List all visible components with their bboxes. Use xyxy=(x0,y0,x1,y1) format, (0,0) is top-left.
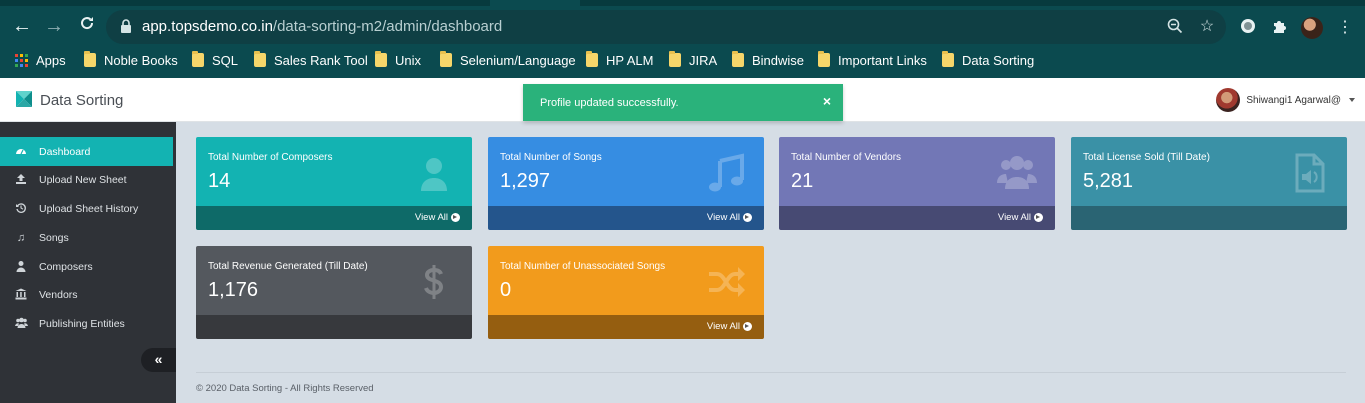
bookmarks-bar: Apps Noble Books SQL Sales Rank Tool Uni… xyxy=(0,48,1365,72)
bookmark-folder[interactable]: Bindwise xyxy=(732,50,804,70)
dashboard-icon xyxy=(14,145,28,159)
arrow-circle-icon xyxy=(451,213,460,222)
avatar[interactable] xyxy=(1216,88,1241,112)
sidebar-item-upload-sheet-history[interactable]: Upload Sheet History xyxy=(0,194,176,223)
navigation-row: ← → app.topsdemo.co.in/data-sorting-m2/a… xyxy=(0,8,1365,46)
card-value: 1,176 xyxy=(208,279,259,301)
tab-strip xyxy=(0,0,1365,6)
card-value: 5,281 xyxy=(1083,170,1134,192)
folder-icon xyxy=(440,51,452,67)
sidebar-collapse-button[interactable]: « xyxy=(141,348,176,372)
card-value: 1,297 xyxy=(500,170,551,192)
sidebar-item-upload-new-sheet[interactable]: Upload New Sheet xyxy=(0,165,176,194)
upload-icon xyxy=(14,173,28,187)
view-all-link[interactable]: View All xyxy=(707,321,752,332)
user-icon xyxy=(14,260,28,274)
bookmark-folder[interactable]: Unix xyxy=(375,50,421,70)
view-all-link[interactable]: View All xyxy=(998,212,1043,223)
bank-icon xyxy=(14,288,28,302)
user-name[interactable]: Shiwangi1 Agarwal@ xyxy=(1246,95,1341,106)
bookmark-folder[interactable]: Sales Rank Tool xyxy=(254,50,368,70)
folder-icon xyxy=(942,51,954,67)
active-tab[interactable] xyxy=(490,0,580,6)
folder-icon xyxy=(818,51,830,67)
caret-down-icon[interactable] xyxy=(1349,98,1355,102)
folder-icon xyxy=(84,51,96,67)
users-icon xyxy=(997,156,1037,189)
logo-icon xyxy=(16,91,32,107)
stat-card-composers: Total Number of Composers 14 View All xyxy=(196,137,472,230)
sidebar-item-composers[interactable]: Composers xyxy=(0,252,176,281)
folder-icon xyxy=(254,51,266,67)
browser-toolbar: ← → app.topsdemo.co.in/data-sorting-m2/a… xyxy=(0,0,1365,78)
reload-icon[interactable] xyxy=(75,14,99,38)
user-menu[interactable]: Shiwangi1 Agarwal@ xyxy=(1216,88,1355,112)
bookmark-folder[interactable]: Important Links xyxy=(818,50,927,70)
stat-card-vendors: Total Number of Vendors 21 View All xyxy=(779,137,1055,230)
card-value: 21 xyxy=(791,170,814,192)
close-icon[interactable]: × xyxy=(823,93,831,109)
users-icon xyxy=(14,317,28,331)
toast-message: Profile updated successfully. xyxy=(540,97,679,109)
stat-card-revenue: Total Revenue Generated (Till Date) 1,17… xyxy=(196,246,472,339)
sidebar-item-songs[interactable]: ♫ Songs xyxy=(0,223,176,252)
bookmark-folder[interactable]: Noble Books xyxy=(84,50,178,70)
shuffle-icon xyxy=(709,267,745,297)
bookmark-apps[interactable]: Apps xyxy=(15,50,66,70)
view-all-link[interactable]: View All xyxy=(707,212,752,223)
card-title: Total Number of Composers xyxy=(208,152,333,163)
brand-name[interactable]: Data Sorting xyxy=(40,92,123,109)
music-icon: ♫ xyxy=(16,231,26,244)
card-value: 0 xyxy=(500,279,512,301)
folder-icon xyxy=(375,51,387,67)
stat-card-songs: Total Number of Songs 1,297 View All xyxy=(488,137,764,230)
card-title: Total License Sold (Till Date) xyxy=(1083,152,1210,163)
arrow-circle-icon xyxy=(743,322,752,331)
forward-icon[interactable]: → xyxy=(42,14,66,38)
card-title: Total Revenue Generated (Till Date) xyxy=(208,261,368,272)
view-all-link[interactable]: View All xyxy=(415,212,460,223)
star-icon[interactable]: ☆ xyxy=(1198,18,1216,36)
apps-grid-icon xyxy=(15,53,28,67)
bookmark-folder[interactable]: SQL xyxy=(192,50,238,70)
sidebar: Dashboard Upload New Sheet Upload Sheet … xyxy=(0,122,176,403)
arrow-circle-icon xyxy=(1034,213,1043,222)
address-bar[interactable]: app.topsdemo.co.in/data-sorting-m2/admin… xyxy=(106,10,1226,44)
arrow-circle-icon xyxy=(743,213,752,222)
music-icon xyxy=(709,153,744,192)
card-title: Total Number of Unassociated Songs xyxy=(500,261,666,272)
history-icon xyxy=(14,202,28,216)
footer-copyright: © 2020 Data Sorting - All Rights Reserve… xyxy=(196,383,374,394)
folder-icon xyxy=(586,51,598,67)
sidebar-item-publishing-entities[interactable]: Publishing Entities xyxy=(0,309,176,338)
user-icon xyxy=(421,158,447,191)
sidebar-item-vendors[interactable]: Vendors xyxy=(0,280,176,309)
url-text[interactable]: app.topsdemo.co.in/data-sorting-m2/admin… xyxy=(142,18,502,35)
kebab-menu-icon[interactable]: ⋮ xyxy=(1335,18,1355,38)
stat-card-unassociated-songs: Total Number of Unassociated Songs 0 Vie… xyxy=(488,246,764,339)
folder-icon xyxy=(192,51,204,67)
extension-circle-icon[interactable] xyxy=(1238,18,1258,38)
card-value: 14 xyxy=(208,170,231,192)
zoom-icon[interactable] xyxy=(1166,18,1184,36)
audio-file-icon xyxy=(1295,153,1325,193)
browser-profile-avatar[interactable] xyxy=(1301,17,1323,39)
dollar-icon xyxy=(424,265,444,299)
success-toast: Profile updated successfully. × xyxy=(523,84,843,121)
card-title: Total Number of Vendors xyxy=(791,152,902,163)
back-icon[interactable]: ← xyxy=(10,14,34,38)
lock-icon xyxy=(121,19,131,33)
bookmark-folder[interactable]: JIRA xyxy=(669,50,717,70)
card-title: Total Number of Songs xyxy=(500,152,602,163)
folder-icon xyxy=(669,51,681,67)
bookmark-folder[interactable]: Selenium/Language xyxy=(440,50,576,70)
puzzle-icon[interactable] xyxy=(1269,18,1289,38)
folder-icon xyxy=(732,51,744,67)
bookmark-folder[interactable]: Data Sorting xyxy=(942,50,1034,70)
sidebar-item-dashboard[interactable]: Dashboard xyxy=(0,137,173,166)
stat-card-license-sold: Total License Sold (Till Date) 5,281 xyxy=(1071,137,1347,230)
footer-divider xyxy=(196,372,1346,373)
bookmark-folder[interactable]: HP ALM xyxy=(586,50,653,70)
